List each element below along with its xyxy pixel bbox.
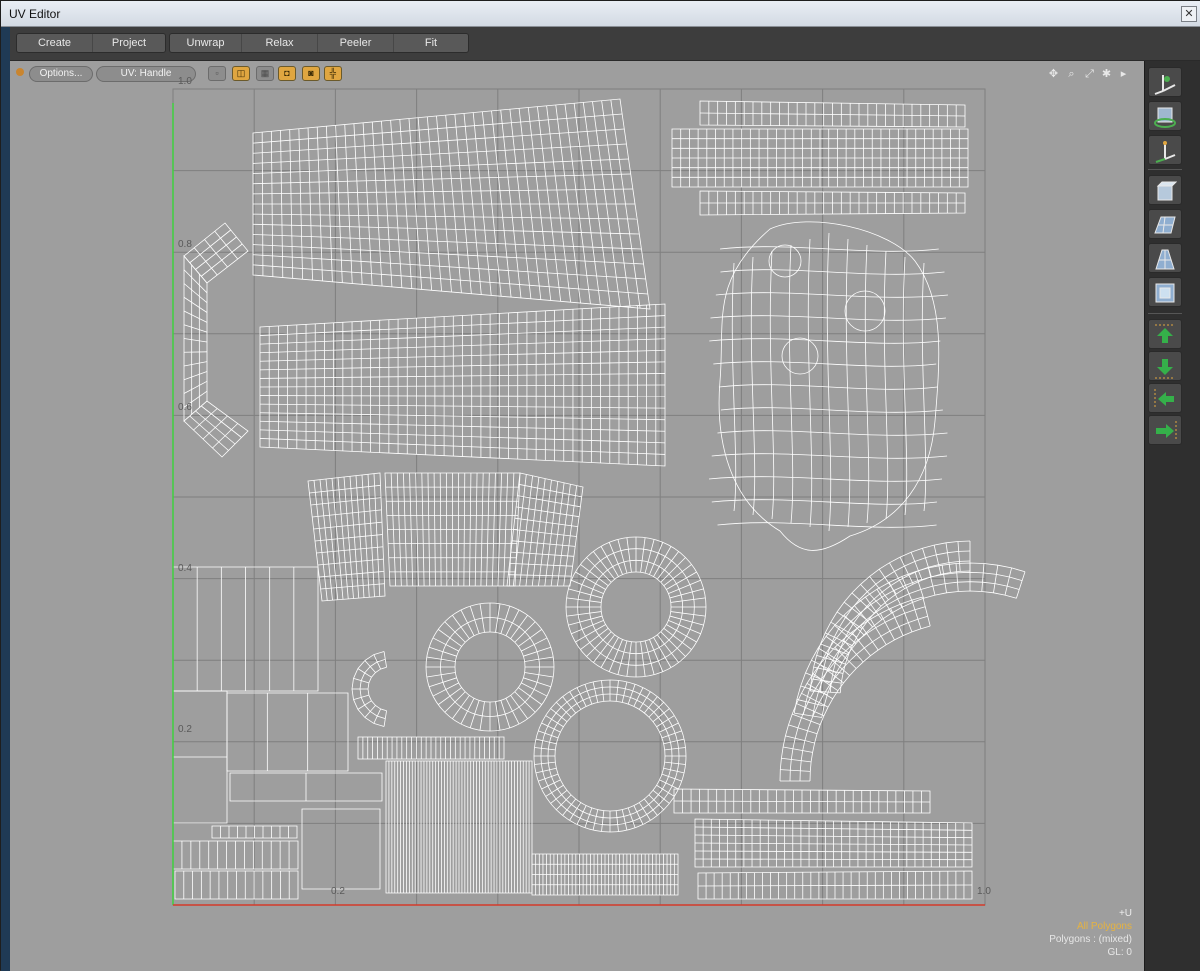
uv-shell-strip-br-2 bbox=[695, 819, 972, 867]
uv-shell-strip-middle bbox=[260, 304, 665, 466]
peeler-button[interactable]: Peeler bbox=[318, 34, 394, 52]
uv-toolbar: Create Project Unwrap Relax Peeler Fit bbox=[10, 27, 1200, 61]
zoom-view-icon[interactable]: ⌕ bbox=[1065, 68, 1078, 81]
fit-button[interactable]: Fit bbox=[394, 34, 468, 52]
uv-shell-arc-1 bbox=[810, 541, 970, 693]
uv-shell-thin-strip bbox=[358, 737, 504, 759]
uv-shell-teeth-right bbox=[507, 473, 583, 586]
uv-shell-teeth-left bbox=[308, 473, 385, 601]
viewport-status: +U All Polygons Polygons : (mixed) GL: 0 bbox=[1049, 907, 1132, 959]
options-button[interactable]: Options... bbox=[29, 66, 93, 82]
uv-shell-panel-b bbox=[173, 691, 227, 823]
uv-shell-small-arc bbox=[352, 651, 387, 726]
uv-shell-bend-mid bbox=[184, 256, 207, 421]
fit-view-icon[interactable]: ⤢ bbox=[1083, 68, 1096, 81]
move-right-icon[interactable] bbox=[1148, 415, 1182, 445]
uv-shell-panel-e bbox=[173, 841, 298, 869]
uv-shell-strip-top bbox=[253, 99, 650, 309]
move-left-icon[interactable] bbox=[1148, 383, 1182, 413]
edge-mode-icon[interactable]: ◫ bbox=[232, 66, 250, 81]
v-label-0-2: 0.2 bbox=[178, 724, 192, 735]
tool-separator bbox=[1148, 313, 1182, 314]
move-down-icon[interactable] bbox=[1148, 351, 1182, 381]
island-mode-icon[interactable]: ◙ bbox=[302, 66, 320, 81]
create-button[interactable]: Create bbox=[17, 34, 93, 52]
rotate-tool-icon[interactable] bbox=[1148, 101, 1182, 131]
uv-shell-ring-lower bbox=[534, 680, 686, 832]
perspective-plane-icon[interactable] bbox=[1148, 243, 1182, 273]
uv-shell-panel-a bbox=[173, 567, 318, 691]
uv-shell-teeth-center bbox=[385, 473, 520, 586]
box-select-icon[interactable] bbox=[1148, 277, 1182, 307]
item-mode-icon[interactable]: ◘ bbox=[278, 66, 296, 81]
toolbar-group-uv: Unwrap Relax Peeler Fit bbox=[169, 33, 469, 53]
left-edge-strip bbox=[1, 27, 10, 971]
gl-status: GL: 0 bbox=[1049, 946, 1132, 959]
uv-shell-bend-bottom bbox=[184, 401, 248, 457]
u-label-1-0: 1.0 bbox=[977, 886, 991, 897]
unwrap-button[interactable]: Unwrap bbox=[170, 34, 242, 52]
uv-shell-panel-c bbox=[230, 773, 382, 801]
uv-shell-bend-top bbox=[184, 223, 248, 283]
uv-shell-ring-left bbox=[426, 603, 554, 731]
settings-icon[interactable]: ✱ bbox=[1100, 68, 1113, 81]
uv-shell-strip-tr-2 bbox=[672, 129, 968, 187]
v-label-0-8: 0.8 bbox=[178, 239, 192, 250]
uv-shell-ring-upper bbox=[566, 537, 706, 677]
uv-shell-panel-g bbox=[212, 826, 297, 838]
uv-shell-strip-br-3 bbox=[698, 871, 972, 899]
axis-tool-icon[interactable] bbox=[1148, 135, 1182, 165]
toolbar-group-primary: Create Project bbox=[16, 33, 166, 53]
uv-shell-head bbox=[709, 222, 948, 551]
uv-shell-arc-3 bbox=[780, 597, 930, 781]
selection-status: All Polygons bbox=[1049, 920, 1132, 933]
polygon-mode-icon[interactable]: ▦ bbox=[256, 66, 274, 81]
cube-view-icon[interactable] bbox=[1148, 175, 1182, 205]
material-mode-icon[interactable]: ╬ bbox=[324, 66, 342, 81]
uv-shell-strip-br-1 bbox=[674, 789, 930, 813]
vertex-mode-icon[interactable]: ▫ bbox=[208, 66, 226, 81]
v-label-1-0: 1.0 bbox=[178, 76, 192, 87]
v-label-0-6: 0.6 bbox=[178, 402, 192, 413]
transform-tool-icon[interactable] bbox=[1148, 67, 1182, 97]
move-view-icon[interactable]: ✥ bbox=[1047, 68, 1060, 81]
uv-shell-fine-block bbox=[386, 761, 532, 893]
uv-canvas[interactable] bbox=[10, 61, 1144, 971]
uv-shell-triangles bbox=[227, 693, 348, 771]
u-axis-marker: +U bbox=[1049, 907, 1132, 920]
uv-shell-strip-tr-1 bbox=[700, 101, 965, 127]
uv-shell-dense-block bbox=[532, 854, 678, 895]
uv-shells[interactable] bbox=[173, 99, 1025, 899]
options-dot-icon bbox=[16, 68, 24, 76]
uv-shell-strip-tr-3 bbox=[700, 191, 965, 215]
right-tool-panel bbox=[1144, 61, 1200, 971]
tool-separator bbox=[1148, 169, 1182, 170]
expand-arrow-icon[interactable]: ▸ bbox=[1117, 68, 1130, 81]
close-button[interactable]: ✕ bbox=[1181, 6, 1197, 22]
u-label-0-2: 0.2 bbox=[331, 886, 345, 897]
window-title: UV Editor bbox=[9, 7, 60, 21]
title-bar: UV Editor ✕ bbox=[1, 1, 1200, 27]
project-button[interactable]: Project bbox=[93, 34, 165, 52]
uv-editor-window: UV Editor ✕ Create Project Unwrap Relax … bbox=[0, 0, 1200, 970]
uv-shell-panel-f bbox=[175, 871, 298, 899]
v-label-0-4: 0.4 bbox=[178, 563, 192, 574]
uv-viewport[interactable]: Options... UV: Handle ▫ ◫ ▦ ◘ ◙ ╬ ✥ ⌕ ⤢ … bbox=[10, 61, 1144, 971]
relax-button[interactable]: Relax bbox=[242, 34, 318, 52]
uv-shell-panel-d bbox=[302, 809, 380, 889]
move-up-icon[interactable] bbox=[1148, 319, 1182, 349]
polygon-count-status: Polygons : (mixed) bbox=[1049, 933, 1132, 946]
grid-plane-icon[interactable] bbox=[1148, 209, 1182, 239]
